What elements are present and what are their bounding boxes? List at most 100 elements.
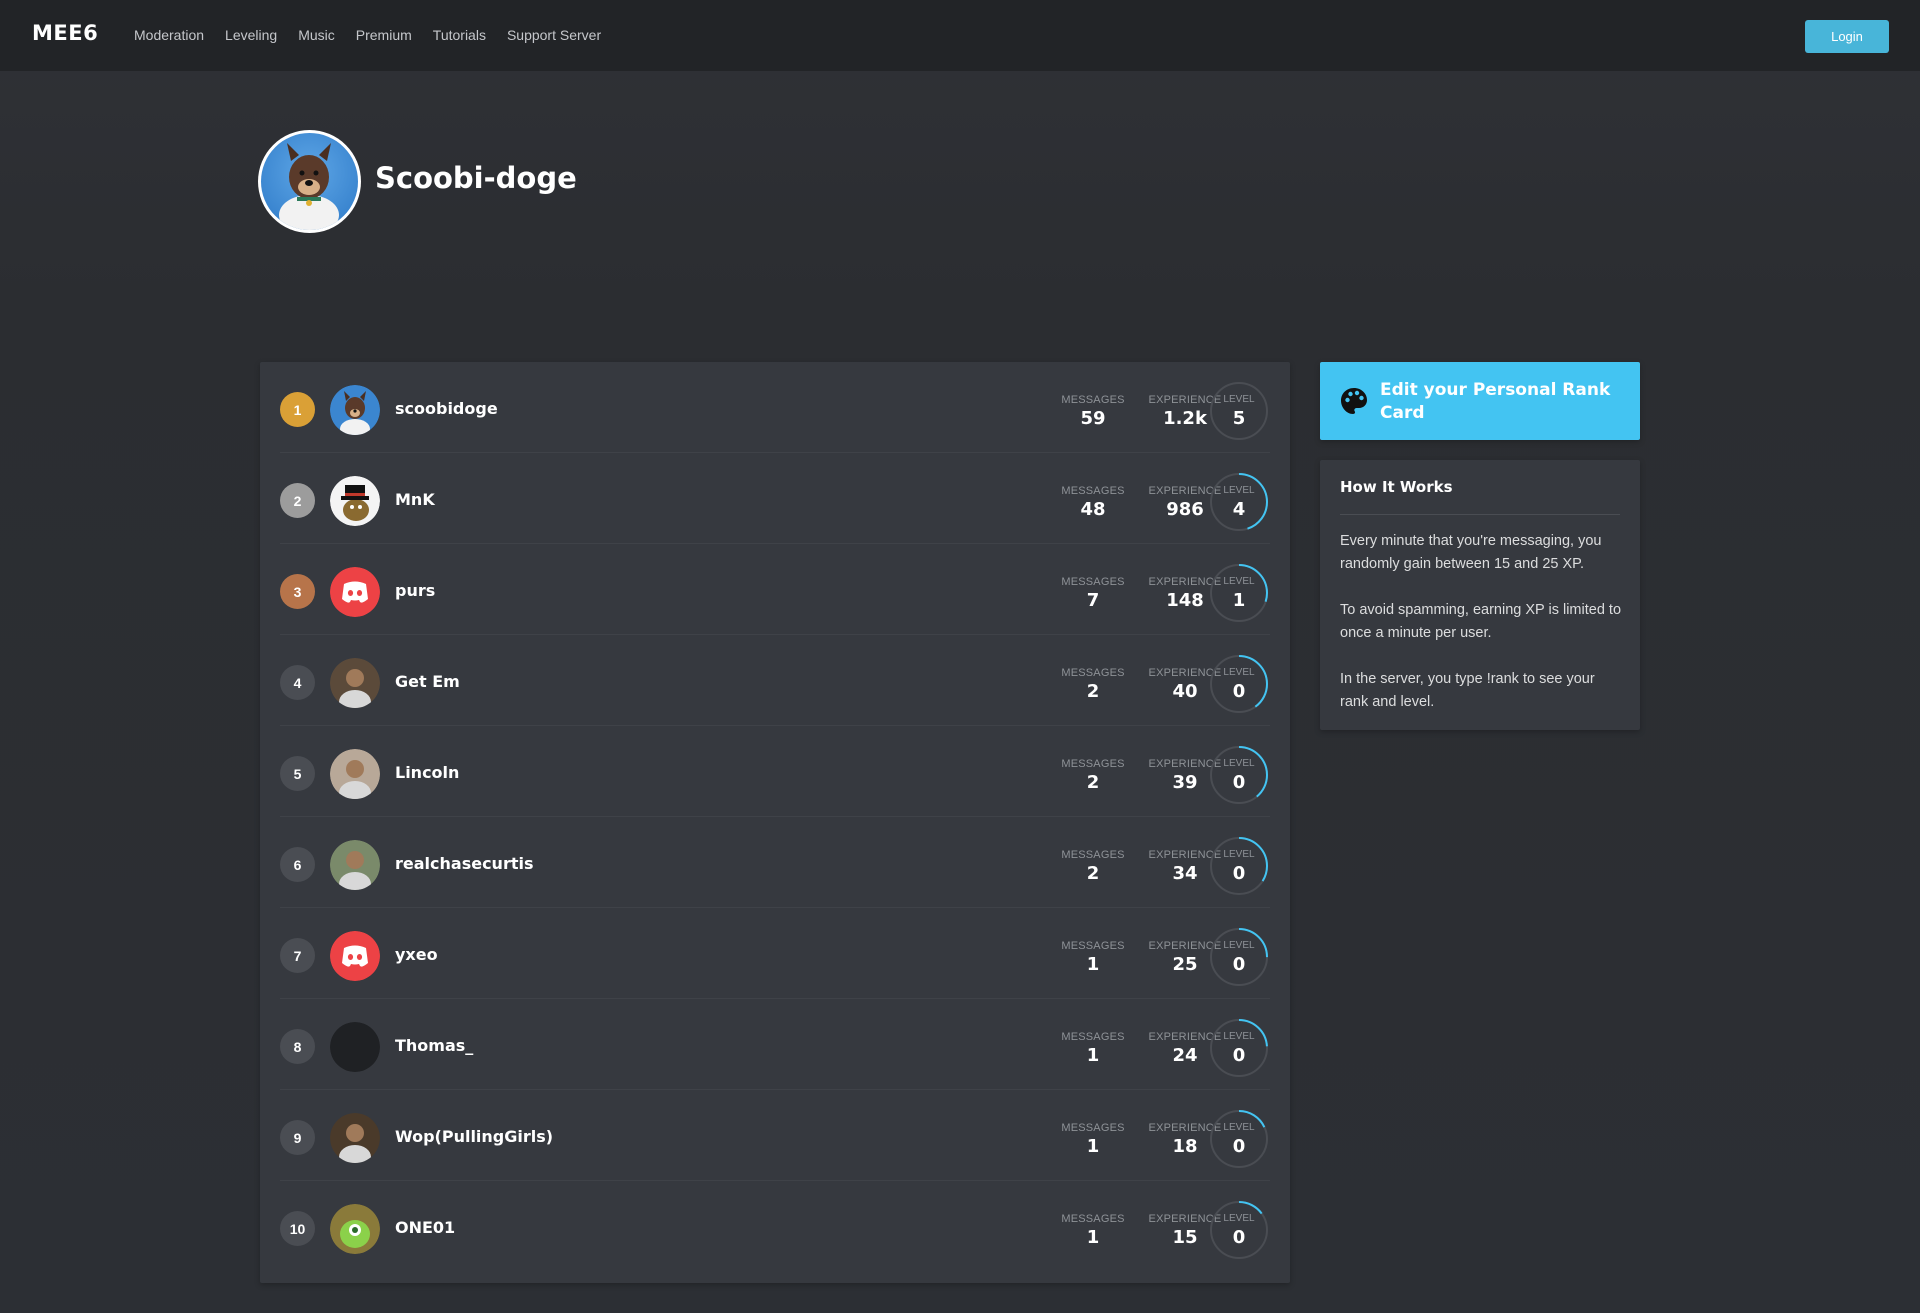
messages-stat-label: MESSAGES <box>1061 667 1125 679</box>
level-label: LEVEL <box>1223 1031 1255 1042</box>
rank-badge: 5 <box>280 756 315 791</box>
leaderboard-row[interactable]: 3 purs MESSAGES 7 EXPERIENCE 148 LEVEL 1 <box>280 544 1270 635</box>
photo-avatar-icon[interactable] <box>330 840 380 890</box>
level-value: 0 <box>1232 954 1246 975</box>
discord-default-avatar-icon[interactable] <box>330 931 380 981</box>
rank-badge: 7 <box>280 938 315 973</box>
leaderboard-row[interactable]: 9 Wop(PullingGirls) MESSAGES 1 EXPERIENCE 18 L… <box>280 1090 1270 1181</box>
dog-mascot-avatar-icon[interactable] <box>330 385 380 435</box>
nav-link-tutorials[interactable]: Tutorials <box>433 27 486 43</box>
level-ring: LEVEL 0 <box>1209 1109 1269 1169</box>
nav-link-moderation[interactable]: Moderation <box>134 27 204 43</box>
photo-avatar-icon[interactable] <box>330 658 380 708</box>
nav-link-music[interactable]: Music <box>298 27 335 43</box>
nav-link-support-server[interactable]: Support Server <box>507 27 601 43</box>
photo-avatar-icon[interactable] <box>330 1113 380 1163</box>
green-character-avatar-icon[interactable] <box>330 1204 380 1254</box>
nav-link-premium[interactable]: Premium <box>356 27 412 43</box>
navbar: MEE6 Moderation Leveling Music Premium T… <box>0 0 1920 71</box>
messages-stat-label: MESSAGES <box>1061 849 1125 861</box>
level-ring: LEVEL 0 <box>1209 1200 1269 1260</box>
brand-logo[interactable]: MEE6 <box>32 21 98 45</box>
messages-stat: MESSAGES 48 <box>1053 485 1133 520</box>
login-button[interactable]: Login <box>1805 20 1889 53</box>
server-name: Scoobi-doge <box>375 161 577 195</box>
username[interactable]: realchasecurtis <box>395 854 534 873</box>
messages-stat-value: 48 <box>1080 499 1106 520</box>
level-value: 0 <box>1232 681 1246 702</box>
how-it-works-paragraph: Every minute that you're messaging, you … <box>1340 533 1602 572</box>
level-label: LEVEL <box>1223 758 1255 769</box>
edit-rank-card-button[interactable]: Edit your Personal Rank Card <box>1320 362 1640 440</box>
rank-badge: 6 <box>280 847 315 882</box>
level-ring: LEVEL 0 <box>1209 745 1269 805</box>
leaderboard-row[interactable]: 10 ONE01 MESSAGES 1 EXPERIENCE 15 LEVEL 0 <box>280 1181 1270 1272</box>
leaderboard: 1 scoobidoge MESSAGES 59 EXPERIENCE 1.2k LEVEL… <box>260 362 1290 1283</box>
palette-icon <box>1340 387 1368 415</box>
leaderboard-row[interactable]: 2 MnK MESSAGES 48 EXPERIENCE 986 LEVEL 4 <box>280 453 1270 544</box>
rank-badge: 9 <box>280 1120 315 1155</box>
messages-stat: MESSAGES 2 <box>1053 849 1133 884</box>
photo-avatar-icon[interactable] <box>330 749 380 799</box>
top-hat-character-avatar-icon[interactable] <box>330 476 380 526</box>
messages-stat: MESSAGES 2 <box>1053 758 1133 793</box>
username[interactable]: ONE01 <box>395 1218 455 1237</box>
username[interactable]: Lincoln <box>395 763 459 782</box>
level-label: LEVEL <box>1223 394 1255 405</box>
rank-badge: 2 <box>280 483 315 518</box>
nav-link-leveling[interactable]: Leveling <box>225 27 277 43</box>
messages-stat-label: MESSAGES <box>1061 758 1125 770</box>
edit-rank-card-label: Edit your Personal Rank Card <box>1380 380 1611 423</box>
how-it-works-panel: How It Works Every minute that you're me… <box>1320 460 1640 730</box>
username[interactable]: scoobidoge <box>395 399 498 418</box>
messages-stat-label: MESSAGES <box>1061 394 1125 406</box>
messages-stat: MESSAGES 1 <box>1053 1213 1133 1248</box>
level-ring: LEVEL 1 <box>1209 563 1269 623</box>
level-ring: LEVEL 0 <box>1209 1018 1269 1078</box>
leaderboard-row[interactable]: 4 Get Em MESSAGES 2 EXPERIENCE 40 LEVEL 0 <box>280 635 1270 726</box>
messages-stat-value: 2 <box>1086 863 1100 884</box>
messages-stat-label: MESSAGES <box>1061 940 1125 952</box>
messages-stat: MESSAGES 59 <box>1053 394 1133 429</box>
how-it-works-title: How It Works <box>1340 478 1453 496</box>
leaderboard-row[interactable]: 6 realchasecurtis MESSAGES 2 EXPERIENCE 34 LEV… <box>280 817 1270 908</box>
discord-default-avatar-icon[interactable] <box>330 567 380 617</box>
level-ring: LEVEL 0 <box>1209 836 1269 896</box>
level-ring: LEVEL 0 <box>1209 654 1269 714</box>
messages-stat-label: MESSAGES <box>1061 1031 1125 1043</box>
level-value: 5 <box>1232 408 1246 429</box>
level-value: 4 <box>1232 499 1246 520</box>
level-value: 0 <box>1232 1045 1246 1066</box>
messages-stat-value: 1 <box>1086 1227 1100 1248</box>
messages-stat-value: 1 <box>1086 1045 1100 1066</box>
rank-badge: 4 <box>280 665 315 700</box>
level-value: 0 <box>1232 772 1246 793</box>
level-ring: LEVEL 5 <box>1209 381 1269 441</box>
messages-stat-label: MESSAGES <box>1061 1122 1125 1134</box>
leaderboard-row[interactable]: 7 yxeo MESSAGES 1 EXPERIENCE 25 LEVEL 0 <box>280 908 1270 999</box>
level-value: 0 <box>1232 1136 1246 1157</box>
level-label: LEVEL <box>1223 849 1255 860</box>
messages-stat: MESSAGES 1 <box>1053 1122 1133 1157</box>
messages-stat-label: MESSAGES <box>1061 485 1125 497</box>
level-label: LEVEL <box>1223 940 1255 951</box>
username[interactable]: MnK <box>395 490 435 509</box>
leaderboard-row[interactable]: 5 Lincoln MESSAGES 2 EXPERIENCE 39 LEVEL 0 <box>280 726 1270 817</box>
username[interactable]: Get Em <box>395 672 460 691</box>
divider <box>1340 514 1620 515</box>
username[interactable]: Wop(PullingGirls) <box>395 1127 553 1146</box>
level-label: LEVEL <box>1223 576 1255 587</box>
leaderboard-row[interactable]: 1 scoobidoge MESSAGES 59 EXPERIENCE 1.2k LEVEL… <box>280 362 1270 453</box>
messages-stat-value: 2 <box>1086 772 1100 793</box>
level-value: 0 <box>1232 1227 1246 1248</box>
username[interactable]: purs <box>395 581 435 600</box>
level-label: LEVEL <box>1223 1213 1255 1224</box>
username[interactable]: Thomas_ <box>395 1036 473 1055</box>
dark-avatar-icon[interactable] <box>330 1022 380 1072</box>
leaderboard-row[interactable]: 8 Thomas_ MESSAGES 1 EXPERIENCE 24 LEVEL 0 <box>280 999 1270 1090</box>
messages-stat: MESSAGES 1 <box>1053 1031 1133 1066</box>
username[interactable]: yxeo <box>395 945 438 964</box>
how-it-works-paragraph: To avoid spamming, earning XP is limited… <box>1340 602 1622 641</box>
server-avatar <box>258 130 361 233</box>
level-label: LEVEL <box>1223 667 1255 678</box>
